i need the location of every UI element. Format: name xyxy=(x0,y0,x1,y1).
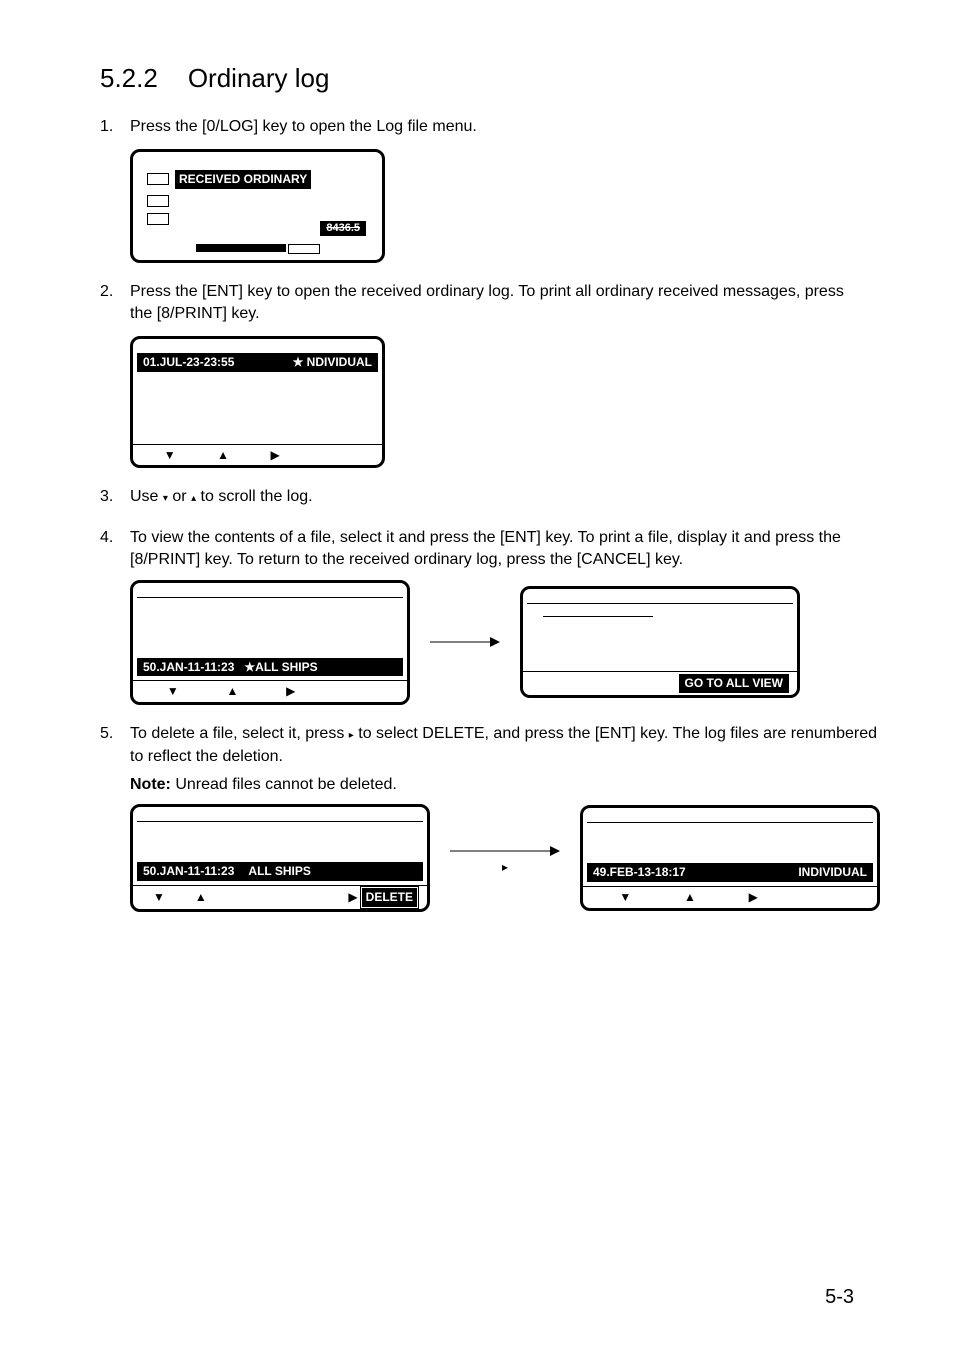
nav-right-icon: ▶ xyxy=(348,889,357,906)
log-type: ★ALL SHIPS xyxy=(244,659,317,676)
log-time: 50.JAN-11-11:23 xyxy=(143,863,234,880)
box-icon xyxy=(147,213,169,225)
nav-right-icon: ▶ xyxy=(286,683,295,700)
step-text: To delete a file, select it, press ▸ to … xyxy=(130,723,880,768)
log-row-selected: 50.JAN-11-11:23 ALL SHIPS xyxy=(137,862,423,881)
nav-row: ▼ ▲ ▶ xyxy=(133,444,382,466)
nav-row: ▼ ▲ ▶ xyxy=(583,886,877,908)
bar-segment xyxy=(288,244,320,254)
note: Note: Unread files cannot be deleted. xyxy=(130,774,880,796)
step-number: 5. xyxy=(100,723,130,912)
note-text: Unread files cannot be deleted. xyxy=(171,776,397,793)
arrow-right-icon xyxy=(450,841,560,861)
log-row-selected: 50.JAN-11-11:23 ★ALL SHIPS xyxy=(137,658,403,677)
note-label: Note: xyxy=(130,776,171,793)
box-icon xyxy=(147,195,169,207)
step-text-mid: or xyxy=(168,488,191,505)
step-number: 4. xyxy=(100,527,130,705)
box-icon xyxy=(147,173,169,185)
log-type: ALL SHIPS xyxy=(248,863,310,880)
nav-row: ▼ ▲ ▶ xyxy=(133,680,407,702)
section-heading: 5.2.2 Ordinary log xyxy=(100,60,854,96)
log-time: 49.FEB-13-18:17 xyxy=(593,864,686,881)
figure-received-log: 01.JUL-23-23:55 ★ NDIVIDUAL ▼ ▲ ▶ xyxy=(130,336,385,469)
figure-log-list: 50.JAN-11-11:23 ★ALL SHIPS ▼ ▲ ▶ xyxy=(130,580,410,706)
step-text-pre: Use xyxy=(130,488,163,505)
log-type: ★ NDIVIDUAL xyxy=(293,354,372,371)
log-row-selected: 49.FEB-13-18:17 INDIVIDUAL xyxy=(587,863,873,882)
triangle-right-icon: ▸ xyxy=(502,859,508,876)
nav-row: ▼ ▲ ▶ DELETE xyxy=(133,885,427,909)
figure-detail-view: GO TO ALL VIEW xyxy=(520,586,800,698)
nav-down-icon: ▼ xyxy=(619,889,631,906)
log-type: INDIVIDUAL xyxy=(798,864,867,881)
step-number: 1. xyxy=(100,116,130,263)
nav-up-icon: ▲ xyxy=(226,683,238,700)
nav-down-icon: ▼ xyxy=(164,447,176,464)
step-list: 1. Press the [0/LOG] key to open the Log… xyxy=(100,116,854,911)
log-row-selected: 01.JUL-23-23:55 ★ NDIVIDUAL xyxy=(137,353,378,372)
nav-row: GO TO ALL VIEW xyxy=(523,671,797,695)
step-number: 2. xyxy=(100,281,130,468)
selected-menu-item: RECEIVED ORDINARY xyxy=(175,170,311,189)
value-readout: 8436.5 xyxy=(320,221,366,236)
nav-down-icon: ▼ xyxy=(153,889,165,906)
figure-after-delete: 49.FEB-13-18:17 INDIVIDUAL ▼ ▲ ▶ xyxy=(580,805,880,911)
nav-up-icon: ▲ xyxy=(217,447,229,464)
step-text-post: to scroll the log. xyxy=(196,488,313,505)
arrow-right-icon xyxy=(430,632,500,652)
delete-button: DELETE xyxy=(362,888,417,907)
bar-segment xyxy=(196,244,286,252)
section-number: 5.2.2 xyxy=(100,63,158,93)
nav-right-icon: ▶ xyxy=(749,889,758,906)
nav-up-icon: ▲ xyxy=(684,889,696,906)
page-number: 5-3 xyxy=(825,1283,854,1311)
step-text: To view the contents of a file, select i… xyxy=(130,527,854,572)
step-text: Press the [0/LOG] key to open the Log fi… xyxy=(130,116,854,138)
go-to-all-view-button: GO TO ALL VIEW xyxy=(679,674,789,693)
nav-right-icon: ▶ xyxy=(270,447,279,464)
step-text: Press the [ENT] key to open the received… xyxy=(130,281,854,326)
figure-log-file-menu: RECEIVED ORDINARY 8436.5 xyxy=(130,149,385,263)
figure-delete-prompt: 50.JAN-11-11:23 ALL SHIPS ▼ ▲ ▶ DELETE xyxy=(130,804,430,912)
nav-up-icon: ▲ xyxy=(195,889,207,906)
section-title: Ordinary log xyxy=(188,63,330,93)
log-time: 01.JUL-23-23:55 xyxy=(143,354,234,371)
step-number: 3. xyxy=(100,486,130,508)
log-time: 50.JAN-11-11:23 xyxy=(143,659,234,676)
nav-down-icon: ▼ xyxy=(167,683,179,700)
